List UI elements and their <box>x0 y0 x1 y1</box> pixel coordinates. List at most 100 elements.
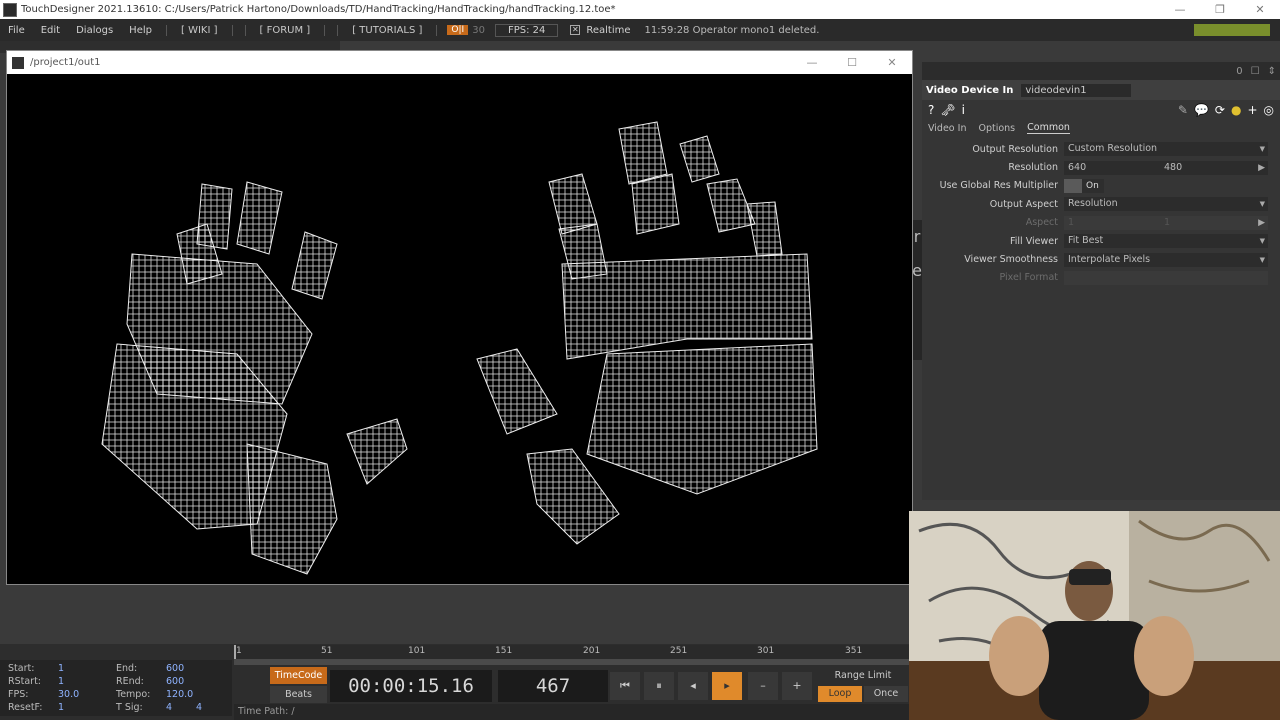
timecode-button[interactable]: TimeCode <box>270 667 327 684</box>
timeline-ruler[interactable]: 1 51 101 151 201 251 301 351 <box>234 645 909 659</box>
rstart-value[interactable]: 1 <box>58 676 64 687</box>
menu-dialogs[interactable]: Dialogs <box>68 25 121 36</box>
realtime-label: Realtime <box>586 24 631 36</box>
expand-arrow-icon: ▶ <box>1258 217 1265 228</box>
pause-button[interactable]: ⏸ <box>644 672 674 700</box>
viewer-smoothness-dropdown[interactable]: Interpolate Pixels ▼ <box>1064 252 1268 267</box>
start-value[interactable]: 1 <box>58 663 64 674</box>
param-output-aspect: Output Aspect Resolution ▼ <box>922 195 1280 213</box>
python-color-icon[interactable]: ● <box>1231 103 1241 117</box>
resetf-value[interactable]: 1 <box>58 702 64 713</box>
add-parameter-icon[interactable]: + <box>1247 103 1257 117</box>
status-message: 11:59:28 Operator mono1 deleted. <box>644 24 820 36</box>
rend-value[interactable]: 600 <box>166 676 184 687</box>
rewind-button[interactable]: ⏮ <box>610 672 640 700</box>
tutorials-button[interactable]: [ TUTORIALS ] <box>337 24 438 36</box>
beats-button[interactable]: Beats <box>270 686 327 703</box>
reload-icon[interactable]: ⟳ <box>1215 103 1225 117</box>
dropdown-arrow-icon: ▼ <box>1259 237 1265 246</box>
step-back-button[interactable]: ◂ <box>678 672 708 700</box>
edit-pencil-icon[interactable]: ✎ <box>1178 103 1188 117</box>
range-bar[interactable] <box>234 659 909 665</box>
param-label: Use Global Res Multiplier <box>939 180 1058 192</box>
once-button[interactable]: Once <box>864 686 908 702</box>
viewer-minimize-button[interactable]: — <box>792 56 832 69</box>
dropdown-arrow-icon: ▼ <box>1259 255 1265 264</box>
step-plus-button[interactable]: + <box>782 672 812 700</box>
frame-display[interactable]: 467 <box>498 670 608 702</box>
help-icon[interactable]: ? <box>928 103 934 117</box>
restore-button[interactable]: ❐ <box>1200 3 1240 16</box>
menu-file[interactable]: File <box>0 25 33 36</box>
wiki-button[interactable]: [ WIKI ] <box>165 24 233 36</box>
viewer-title: /project1/out1 <box>30 57 101 68</box>
step-minus-button[interactable]: – <box>748 672 778 700</box>
aspect-field-2: 1 <box>1164 216 1171 228</box>
viewer-close-button[interactable]: ✕ <box>872 56 912 69</box>
resolution-width-field[interactable]: 640 <box>1068 161 1164 175</box>
fill-viewer-dropdown[interactable]: Fit Best ▼ <box>1064 234 1268 249</box>
param-aspect: Aspect 1 1 ▶ <box>922 214 1280 232</box>
param-label: Pixel Format <box>999 272 1058 284</box>
fps-readout: FPS: 24 <box>494 23 559 37</box>
pane-menu-icon[interactable]: ⇕ <box>1268 66 1276 77</box>
dropdown-arrow-icon: ▼ <box>1259 145 1265 154</box>
time-format-toggle: TimeCode Beats <box>270 667 327 703</box>
loop-button[interactable]: Loop <box>818 686 862 702</box>
realtime-checkbox[interactable]: ✕ <box>570 25 581 35</box>
perform-mode-button[interactable]: O|I <box>447 25 469 35</box>
param-output-resolution: Output Resolution Custom Resolution ▼ <box>922 140 1280 158</box>
time-path: Time Path: / <box>234 704 909 720</box>
ruler-tick: 1 <box>236 646 242 656</box>
fps-label: FPS: <box>8 689 29 700</box>
tsig-numerator[interactable]: 4 <box>166 702 172 713</box>
operator-header: Video Device In videodevin1 <box>922 80 1280 100</box>
timeline-settings: Start: 1 RStart: 1 FPS: 30.0 ResetF: 1 E… <box>0 660 232 716</box>
param-label: Viewer Smoothness <box>964 254 1058 266</box>
tempo-value[interactable]: 120.0 <box>166 689 193 700</box>
operator-type: Video Device In <box>926 84 1014 96</box>
play-button[interactable]: ▸ <box>712 672 742 700</box>
parameter-tabs: Video In Options Common <box>922 120 1280 136</box>
param-resolution: Resolution 640 480 ▶ <box>922 158 1280 176</box>
pixel-format-dropdown <box>1064 270 1268 285</box>
close-button[interactable]: ✕ <box>1240 3 1280 16</box>
python-icon[interactable]: 🗝 <box>940 103 955 117</box>
menu-edit[interactable]: Edit <box>33 25 68 36</box>
ruler-tick: 301 <box>757 646 775 656</box>
viewer-maximize-button[interactable]: ☐ <box>832 56 872 69</box>
touchdesigner-app-icon <box>3 2 17 17</box>
resolution-height-field[interactable]: 480 <box>1164 161 1260 175</box>
fps-value[interactable]: 30.0 <box>58 689 79 700</box>
global-res-toggle[interactable]: On <box>1064 178 1104 193</box>
range-limit-controls: Range Limit Loop Once <box>818 668 908 704</box>
param-label: Fill Viewer <box>1009 235 1058 247</box>
tab-options[interactable]: Options <box>978 123 1015 134</box>
output-resolution-dropdown[interactable]: Custom Resolution ▼ <box>1064 142 1268 157</box>
ruler-tick: 51 <box>321 646 333 656</box>
info-icon[interactable]: i <box>962 103 965 117</box>
license-badge <box>1194 24 1270 36</box>
maximize-pane-icon[interactable]: ☐ <box>1251 66 1260 77</box>
comment-icon[interactable]: 💬 <box>1194 103 1209 117</box>
tab-common[interactable]: Common <box>1027 122 1070 134</box>
operator-name-field[interactable]: videodevin1 <box>1021 83 1132 97</box>
ruler-tick: 251 <box>670 646 688 656</box>
forum-button[interactable]: [ FORUM ] <box>244 24 326 36</box>
viewer-window[interactable]: /project1/out1 — ☐ ✕ <box>6 50 913 585</box>
end-value[interactable]: 600 <box>166 663 184 674</box>
network-node-edge: re <box>912 220 922 360</box>
target-icon[interactable]: ◎ <box>1264 103 1274 117</box>
param-global-res: Use Global Res Multiplier On <box>922 177 1280 195</box>
pane-count: 0 <box>1236 65 1243 77</box>
end-label: End: <box>116 663 138 674</box>
ruler-tick: 351 <box>845 646 863 656</box>
tsig-denominator[interactable]: 4 <box>196 702 202 713</box>
menu-help[interactable]: Help <box>121 25 160 36</box>
timecode-display[interactable]: 00:00:15.16 <box>330 670 492 702</box>
minimize-button[interactable]: — <box>1160 3 1200 16</box>
hand-tracking-render <box>101 121 818 575</box>
resetf-label: ResetF: <box>8 702 43 713</box>
output-aspect-dropdown[interactable]: Resolution ▼ <box>1064 197 1268 212</box>
tab-video-in[interactable]: Video In <box>928 123 966 134</box>
